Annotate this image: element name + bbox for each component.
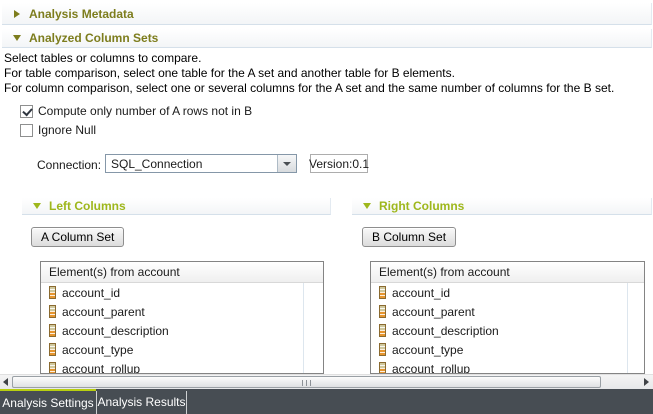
table-row[interactable]: account_description xyxy=(371,321,644,340)
chevron-down-icon xyxy=(283,162,291,166)
chevron-right-icon xyxy=(14,10,20,18)
table-row[interactable]: account_id xyxy=(371,283,644,302)
chevron-down-icon xyxy=(363,203,371,209)
scroll-left-arrow-icon[interactable] xyxy=(3,378,8,386)
table-row[interactable]: account_parent xyxy=(371,302,644,321)
table-row[interactable]: account_rollup xyxy=(41,359,323,374)
a-column-set-button[interactable]: A Column Set xyxy=(31,227,124,247)
scroll-right-arrow-icon[interactable] xyxy=(644,378,649,386)
scrollbar-thumb[interactable] xyxy=(12,376,601,388)
option-compute-only-a-rows: Compute only number of A rows not in B xyxy=(20,104,252,118)
chevron-down-icon xyxy=(33,203,41,209)
checkmark-icon xyxy=(22,105,32,116)
analysis-editor: Analysis Metadata Analyzed Column Sets S… xyxy=(0,0,653,414)
column-name: account_parent xyxy=(392,305,475,319)
left-column-table: Element(s) from account account_id accou… xyxy=(40,261,324,374)
tab-analysis-results[interactable]: Analysis Results xyxy=(97,389,186,414)
dropdown-arrow-button[interactable] xyxy=(277,155,296,172)
column-icon xyxy=(49,286,56,299)
section-analyzed-column-sets[interactable]: Analyzed Column Sets xyxy=(2,29,652,48)
section-title: Analysis Metadata xyxy=(29,7,134,21)
subsection-title: Left Columns xyxy=(49,199,126,213)
column-name: account_id xyxy=(392,286,450,300)
editor-tab-bar: Analysis Settings Analysis Results xyxy=(0,389,653,414)
table-row[interactable]: account_rollup xyxy=(371,359,644,374)
horizontal-scrollbar[interactable] xyxy=(0,374,653,389)
checkbox-compute-only-a-rows[interactable] xyxy=(20,105,33,118)
column-icon xyxy=(379,286,386,299)
column-name: account_rollup xyxy=(392,362,470,375)
column-name: account_description xyxy=(392,324,499,338)
option-ignore-null: Ignore Null xyxy=(20,123,96,137)
column-icon xyxy=(379,343,386,356)
checkbox-ignore-null[interactable] xyxy=(20,124,33,137)
table-row[interactable]: account_description xyxy=(41,321,323,340)
tab-analysis-settings[interactable]: Analysis Settings xyxy=(0,389,96,414)
column-icon xyxy=(49,362,56,374)
connection-version-badge: Version:0.1 xyxy=(310,154,368,173)
scrollbar-grip-icon xyxy=(302,380,312,386)
column-name: account_type xyxy=(392,343,463,357)
table-header-label: Element(s) from account xyxy=(379,265,510,279)
column-icon xyxy=(49,343,56,356)
checkbox-label: Ignore Null xyxy=(38,123,96,137)
column-name: account_type xyxy=(62,343,133,357)
column-icon xyxy=(379,362,386,374)
column-icon xyxy=(49,324,56,337)
section-title: Analyzed Column Sets xyxy=(29,31,158,45)
column-name: account_parent xyxy=(62,305,145,319)
connection-select[interactable]: SQL_Connection xyxy=(105,154,297,173)
table-row[interactable]: account_parent xyxy=(41,302,323,321)
column-name: account_id xyxy=(62,286,120,300)
description-line: Select tables or columns to compare. xyxy=(4,51,614,66)
column-icon xyxy=(379,324,386,337)
connection-label: Connection: xyxy=(37,158,101,172)
description-line: For column comparison, select one or sev… xyxy=(4,81,614,96)
table-row[interactable]: account_type xyxy=(371,340,644,359)
table-row[interactable]: account_id xyxy=(41,283,323,302)
column-name: account_rollup xyxy=(62,362,140,375)
tab-separator xyxy=(186,391,187,414)
section-analysis-metadata[interactable]: Analysis Metadata xyxy=(2,3,652,25)
table-row[interactable]: account_type xyxy=(41,340,323,359)
description-text: Select tables or columns to compare. For… xyxy=(4,51,614,96)
table-header-label: Element(s) from account xyxy=(49,265,180,279)
checkbox-label: Compute only number of A rows not in B xyxy=(38,104,252,118)
subsection-title: Right Columns xyxy=(379,199,464,213)
right-table-header[interactable]: Element(s) from account xyxy=(371,262,644,283)
connection-selected-value: SQL_Connection xyxy=(106,157,277,171)
right-column-table: Element(s) from account account_id accou… xyxy=(370,261,645,374)
description-line: For table comparison, select one table f… xyxy=(4,66,614,81)
left-table-header[interactable]: Element(s) from account xyxy=(41,262,323,283)
chevron-down-icon xyxy=(13,35,21,41)
column-icon xyxy=(379,305,386,318)
section-left-columns[interactable]: Left Columns xyxy=(22,198,331,215)
column-icon xyxy=(49,305,56,318)
b-column-set-button[interactable]: B Column Set xyxy=(362,227,456,247)
column-name: account_description xyxy=(62,324,169,338)
section-right-columns[interactable]: Right Columns xyxy=(352,198,652,215)
